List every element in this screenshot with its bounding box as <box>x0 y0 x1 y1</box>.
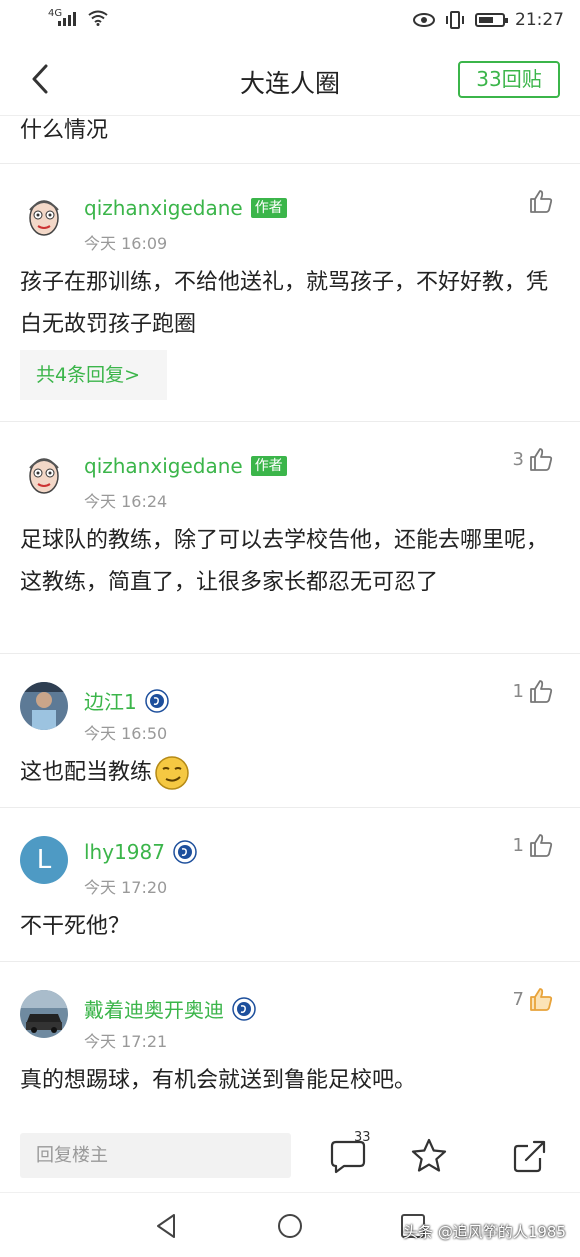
comment-item: L lhy1987 今天 17:20 1 不干死他？ <box>0 807 580 961</box>
like-count: 1 <box>512 680 524 702</box>
watermark: 头条 @追风筝的人1985 <box>403 1223 566 1241</box>
comment-text: 足球队的教练，除了可以去学校告他，还能去哪里呢，这教练，简直了，让很多家长都忍无… <box>20 528 549 595</box>
comment-time: 今天 16:24 <box>84 492 168 511</box>
vibrate-icon <box>446 11 464 29</box>
reply-count-button[interactable]: 33回贴 <box>458 61 560 98</box>
view-replies-button[interactable]: 共4条回复> <box>20 350 167 400</box>
avatar-cartoon-face <box>20 192 68 240</box>
comment-time: 今天 16:09 <box>84 234 168 253</box>
comment-text: 真的想踢球，有机会就送到鲁能足校吧。 <box>20 1068 417 1093</box>
share-icon[interactable] <box>510 1136 550 1176</box>
comment-time: 今天 17:20 <box>84 878 168 897</box>
comment-count: 33 <box>354 1130 371 1145</box>
avatar-photo <box>20 682 68 730</box>
avatar-cartoon-face <box>20 450 68 498</box>
like-count: 1 <box>512 834 524 856</box>
network-type: 4G <box>48 8 63 19</box>
comment-item: qizhanxigedane 作者 今天 16:24 3 足球队的教练，除了可以… <box>0 421 580 653</box>
clock: 21:27 <box>515 10 564 30</box>
comment-item: qizhanxigedane 作者 今天 16:09 孩子在那训练，不给他送礼，… <box>0 163 580 421</box>
comment-username[interactable]: qizhanxigedane <box>84 454 243 478</box>
like-button[interactable]: 7 <box>513 986 554 1012</box>
club-badge-icon <box>173 840 197 864</box>
status-bar: 4G 21:27 <box>0 0 580 44</box>
like-button[interactable]: 1 <box>513 678 554 704</box>
club-badge-icon <box>144 688 169 713</box>
author-tag: 作者 <box>250 198 287 218</box>
comment-text: 这也配当教练 <box>20 760 153 785</box>
comment-username-row: qizhanxigedane 作者 <box>84 454 287 478</box>
wifi-icon <box>88 10 108 26</box>
battery-icon <box>475 13 508 27</box>
like-button[interactable] <box>524 188 554 214</box>
comment-username[interactable]: lhy1987 <box>84 840 165 864</box>
avatar-letter: L <box>36 845 52 875</box>
comment-username[interactable]: qizhanxigedane <box>84 196 243 220</box>
system-nav-bar: 头条 @追风筝的人1985 <box>0 1192 580 1257</box>
smirk-emoji-icon <box>155 756 189 790</box>
star-icon[interactable] <box>409 1136 449 1176</box>
avatar[interactable] <box>20 450 68 498</box>
comment-text: 不干死他？ <box>20 914 131 939</box>
comment-username-row: qizhanxigedane 作者 <box>84 196 287 220</box>
app-header: 大连人圈 33回贴 <box>0 44 580 116</box>
signal-group: 4G <box>48 8 108 26</box>
comment-username-row: 戴着迪奥开奥迪 <box>84 994 256 1023</box>
like-button[interactable]: 3 <box>513 446 554 472</box>
comment-text-row: 这也配当教练 <box>20 752 552 794</box>
comment-item: 边江1 今天 16:50 1 这也配当教练 <box>0 653 580 807</box>
status-right: 21:27 <box>413 10 564 30</box>
nav-back-icon[interactable] <box>152 1211 182 1241</box>
thumbs-up-icon <box>530 680 553 703</box>
post-text-tail: 什么情况 <box>20 118 109 143</box>
avatar[interactable] <box>20 990 68 1038</box>
like-count: 3 <box>512 448 524 470</box>
eye-icon <box>413 13 435 27</box>
comment-feed[interactable]: 什么情况 qizhanxigedane 作者 今天 16:09 孩子在那训练，不… <box>0 116 580 1126</box>
thumbs-up-icon <box>530 988 553 1011</box>
comment-time: 今天 16:50 <box>84 724 168 743</box>
avatar[interactable] <box>20 682 68 730</box>
nav-home-icon[interactable] <box>275 1211 305 1241</box>
comment-item: 戴着迪奥开奥迪 今天 17:21 7 真的想踢球，有机会就送到鲁能足校吧。 <box>0 961 580 1121</box>
avatar-car-photo <box>20 990 68 1038</box>
avatar[interactable] <box>20 192 68 240</box>
like-count: 7 <box>512 988 524 1010</box>
club-badge-icon <box>232 996 256 1021</box>
bottom-action-bar: 回复楼主 33 <box>0 1126 580 1192</box>
comment-username[interactable]: 边江1 <box>84 686 137 715</box>
like-button[interactable]: 1 <box>513 832 554 858</box>
avatar[interactable]: L <box>20 836 68 884</box>
reply-input[interactable]: 回复楼主 <box>20 1133 291 1178</box>
comment-username-row: 边江1 <box>84 686 169 715</box>
thumbs-up-icon <box>530 448 553 471</box>
thumbs-up-icon <box>530 190 553 213</box>
author-tag: 作者 <box>250 456 287 476</box>
comment-username-row: lhy1987 <box>84 840 197 864</box>
comment-username[interactable]: 戴着迪奥开奥迪 <box>84 994 224 1023</box>
comment-time: 今天 17:21 <box>84 1032 168 1051</box>
comment-text: 孩子在那训练，不给他送礼，就骂孩子，不好好教，凭白无故罚孩子跑圈 <box>20 270 549 337</box>
thumbs-up-icon <box>530 834 553 857</box>
